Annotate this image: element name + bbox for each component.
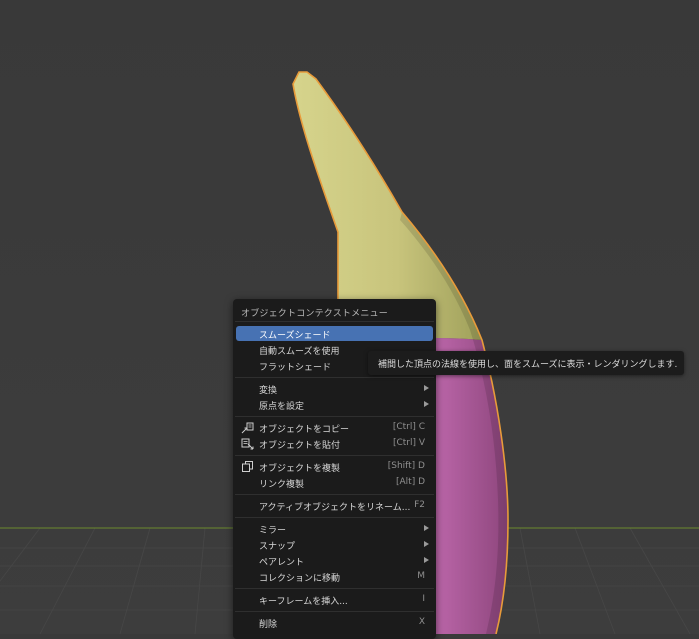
menu-item-label: フラットシェード — [259, 363, 332, 373]
menu-item-delete[interactable]: 削除 X — [236, 615, 433, 630]
menu-item-label: 削除 — [259, 620, 278, 630]
menu-item-duplicate-objects[interactable]: オブジェクトを複製 [Shift] D — [236, 459, 433, 474]
menu-item-label: 自動スムーズを使用 — [259, 347, 340, 357]
menu-item-snap[interactable]: スナップ — [236, 537, 433, 552]
menu-separator — [235, 416, 434, 417]
menu-item-insert-keyframe[interactable]: キーフレームを挿入... I — [236, 592, 433, 607]
menu-item-smooth-shade[interactable]: スムーズシェード — [236, 326, 433, 341]
menu-item-duplicate-linked[interactable]: リンク複製 [Alt] D — [236, 475, 433, 490]
menu-item-label: 原点を設定 — [259, 402, 305, 412]
menu-item-label: 変換 — [259, 386, 278, 396]
menu-item-shortcut: M — [417, 571, 425, 581]
submenu-arrow-icon — [424, 525, 429, 531]
menu-separator — [235, 377, 434, 378]
submenu-arrow-icon — [424, 557, 429, 563]
menu-item-label: ペアレント — [259, 558, 305, 568]
menu-item-label: オブジェクトを貼付 — [259, 441, 341, 451]
duplicate-icon — [242, 461, 253, 472]
menu-separator — [235, 321, 434, 322]
submenu-arrow-icon — [424, 541, 429, 547]
menu-item-paste-objects[interactable]: オブジェクトを貼付 [Ctrl] V — [236, 436, 433, 451]
menu-separator — [235, 455, 434, 456]
menu-item-shortcut: [Ctrl] C — [392, 422, 425, 432]
menu-item-parent[interactable]: ペアレント — [236, 553, 433, 568]
menu-item-rename-active[interactable]: アクティブオブジェクトをリネーム... F2 — [236, 498, 433, 513]
menu-item-set-origin[interactable]: 原点を設定 — [236, 397, 433, 412]
menu-item-move-to-collection[interactable]: コレクションに移動 M — [236, 569, 433, 584]
menu-item-transform[interactable]: 変換 — [236, 381, 433, 396]
tooltip: 補間した頂点の法線を使用し、面をスムーズに表示・レンダリングします. — [368, 351, 684, 375]
menu-item-copy-objects[interactable]: オブジェクトをコピー [Ctrl] C — [236, 420, 433, 435]
paste-icon — [241, 438, 254, 450]
menu-item-label: ミラー — [259, 526, 287, 536]
submenu-arrow-icon — [424, 401, 429, 407]
object-context-menu[interactable]: オブジェクトコンテクストメニュー スムーズシェード 自動スムーズを使用 フラット… — [233, 299, 436, 639]
menu-item-shortcut: [Ctrl] V — [392, 438, 425, 448]
tooltip-text: 補間した頂点の法線を使用し、面をスムーズに表示・レンダリングします. — [378, 360, 678, 370]
menu-item-shortcut: X — [418, 617, 425, 627]
menu-item-label: コレクションに移動 — [259, 574, 341, 584]
menu-separator — [235, 611, 434, 612]
menu-item-label: スナップ — [259, 542, 296, 552]
menu-item-mirror[interactable]: ミラー — [236, 521, 433, 536]
menu-item-shortcut: I — [422, 594, 425, 604]
submenu-arrow-icon — [424, 385, 429, 391]
menu-item-label: アクティブオブジェクトをリネーム... — [259, 503, 411, 513]
menu-item-label: キーフレームを挿入... — [259, 597, 348, 607]
menu-separator — [235, 588, 434, 589]
menu-item-shortcut: F2 — [414, 500, 425, 510]
menu-item-label: リンク複製 — [259, 480, 305, 490]
menu-item-shortcut: [Shift] D — [387, 461, 425, 471]
menu-title: オブジェクトコンテクストメニュー — [241, 309, 388, 319]
menu-item-label: オブジェクトを複製 — [259, 464, 341, 474]
menu-item-label: スムーズシェード — [259, 331, 331, 341]
menu-item-shortcut: [Alt] D — [396, 477, 425, 487]
menu-item-label: オブジェクトをコピー — [259, 425, 350, 435]
menu-separator — [235, 494, 434, 495]
menu-separator — [235, 517, 434, 518]
copy-icon — [241, 422, 254, 434]
